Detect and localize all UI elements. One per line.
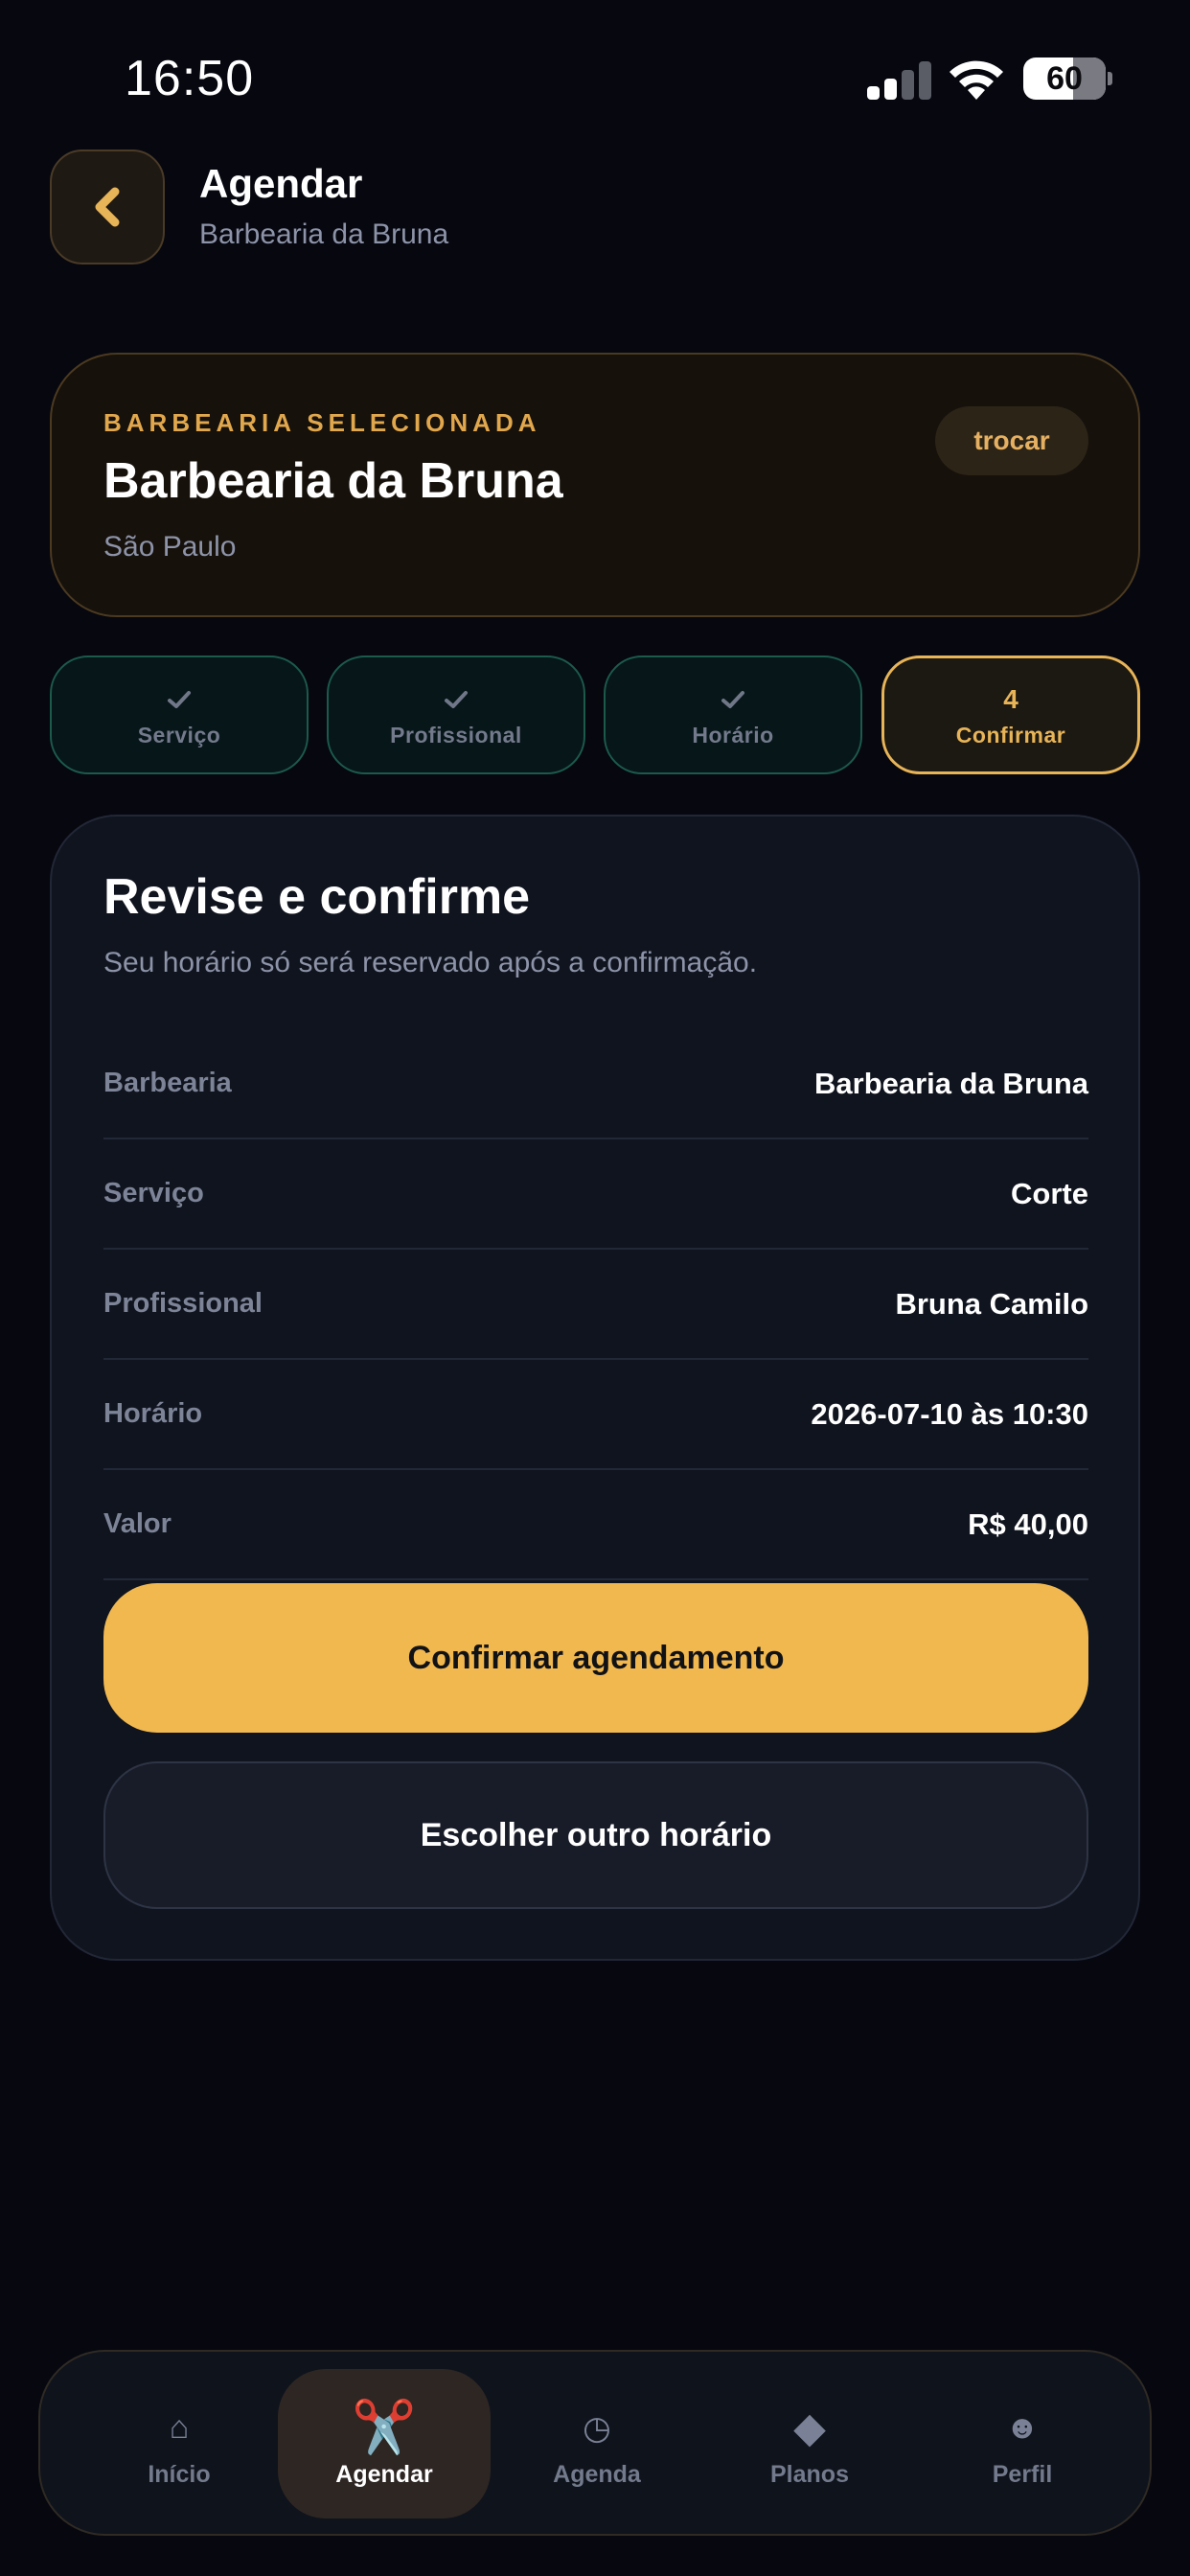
selected-shop-card: BARBEARIA SELECIONADA Barbearia da Bruna… [50, 353, 1140, 617]
review-row-servico: Serviço Corte [103, 1139, 1088, 1250]
row-value: Corte [1011, 1176, 1088, 1210]
back-button[interactable] [50, 150, 165, 264]
nav-item-perfil[interactable]: ☻ Perfil [916, 2369, 1129, 2518]
battery-level: 60 [1046, 60, 1083, 97]
choose-other-time-button[interactable]: Escolher outro horário [103, 1761, 1088, 1909]
battery-icon: 60 [1023, 58, 1112, 100]
step-label: Horário [692, 722, 774, 748]
step-label: Confirmar [955, 722, 1066, 748]
swap-shop-button[interactable]: trocar [935, 406, 1088, 475]
row-label: Valor [103, 1508, 172, 1539]
diamond-icon: ◆ [793, 2404, 826, 2451]
review-subtitle: Seu horário só será reservado após a con… [103, 947, 758, 978]
nav-label: Início [148, 2460, 211, 2488]
row-label: Barbearia [103, 1068, 232, 1098]
review-row-profissional: Profissional Bruna Camilo [103, 1250, 1088, 1360]
nav-item-agenda[interactable]: ◷ Agenda [491, 2369, 703, 2518]
row-value: 2026-07-10 às 10:30 [811, 1396, 1088, 1431]
home-icon: ⌂ [169, 2409, 190, 2446]
smiley-icon: ☻ [1005, 2409, 1040, 2446]
page-title: Agendar [199, 161, 363, 206]
step-horario[interactable]: Horário [604, 656, 862, 774]
step-label: Profissional [390, 722, 522, 748]
selected-shop-name: Barbearia da Bruna [103, 453, 563, 509]
wifi-icon [947, 58, 1006, 102]
nav-label: Perfil [992, 2460, 1053, 2488]
bottom-navigation: ⌂ Início ✂️ Agendar ◷ Agenda ◆ Planos ☻ … [38, 2350, 1152, 2536]
check-icon [721, 682, 745, 717]
booking-steps: Serviço Profissional Horário 4 Confirmar [50, 656, 1140, 774]
check-icon [444, 682, 469, 717]
chevron-left-icon [95, 187, 120, 227]
review-card: Revise e confirme Seu horário só será re… [50, 815, 1140, 1961]
review-summary: Barbearia Barbearia da Bruna Serviço Cor… [103, 1029, 1088, 1580]
page-subtitle: Barbearia da Bruna [199, 218, 449, 250]
confirm-booking-button[interactable]: Confirmar agendamento [103, 1583, 1088, 1733]
scissors-icon: ✂️ [352, 2399, 417, 2456]
review-title: Revise e confirme [103, 869, 531, 925]
nav-label: Agendar [335, 2460, 433, 2488]
review-row-barbearia: Barbearia Barbearia da Bruna [103, 1029, 1088, 1139]
selected-shop-city: São Paulo [103, 531, 237, 563]
review-row-horario: Horário 2026-07-10 às 10:30 [103, 1360, 1088, 1470]
row-value: Bruna Camilo [895, 1286, 1088, 1321]
row-value: Barbearia da Bruna [814, 1066, 1088, 1100]
status-bar: 16:50 60 [0, 0, 1190, 144]
row-value: R$ 40,00 [968, 1506, 1088, 1541]
step-confirmar[interactable]: 4 Confirmar [881, 656, 1140, 774]
step-servico[interactable]: Serviço [50, 656, 309, 774]
nav-label: Agenda [553, 2460, 641, 2488]
step-label: Serviço [137, 722, 221, 748]
review-row-valor: Valor R$ 40,00 [103, 1470, 1088, 1580]
nav-item-agendar[interactable]: ✂️ Agendar [278, 2369, 491, 2518]
nav-item-inicio[interactable]: ⌂ Início [73, 2369, 286, 2518]
cellular-signal-icon [867, 59, 931, 100]
check-icon [167, 682, 192, 717]
nav-item-planos[interactable]: ◆ Planos [703, 2369, 916, 2518]
status-time: 16:50 [125, 51, 255, 106]
clock-icon: ◷ [583, 2409, 611, 2447]
app-screen: 16:50 60 Agendar Barbearia da Bruna BARB… [0, 0, 1190, 2576]
row-label: Horário [103, 1398, 203, 1429]
nav-label: Planos [770, 2460, 849, 2488]
selected-shop-eyebrow: BARBEARIA SELECIONADA [103, 408, 541, 437]
step-number: 4 [1003, 683, 1018, 714]
row-label: Profissional [103, 1288, 263, 1319]
step-profissional[interactable]: Profissional [327, 656, 585, 774]
row-label: Serviço [103, 1178, 204, 1208]
